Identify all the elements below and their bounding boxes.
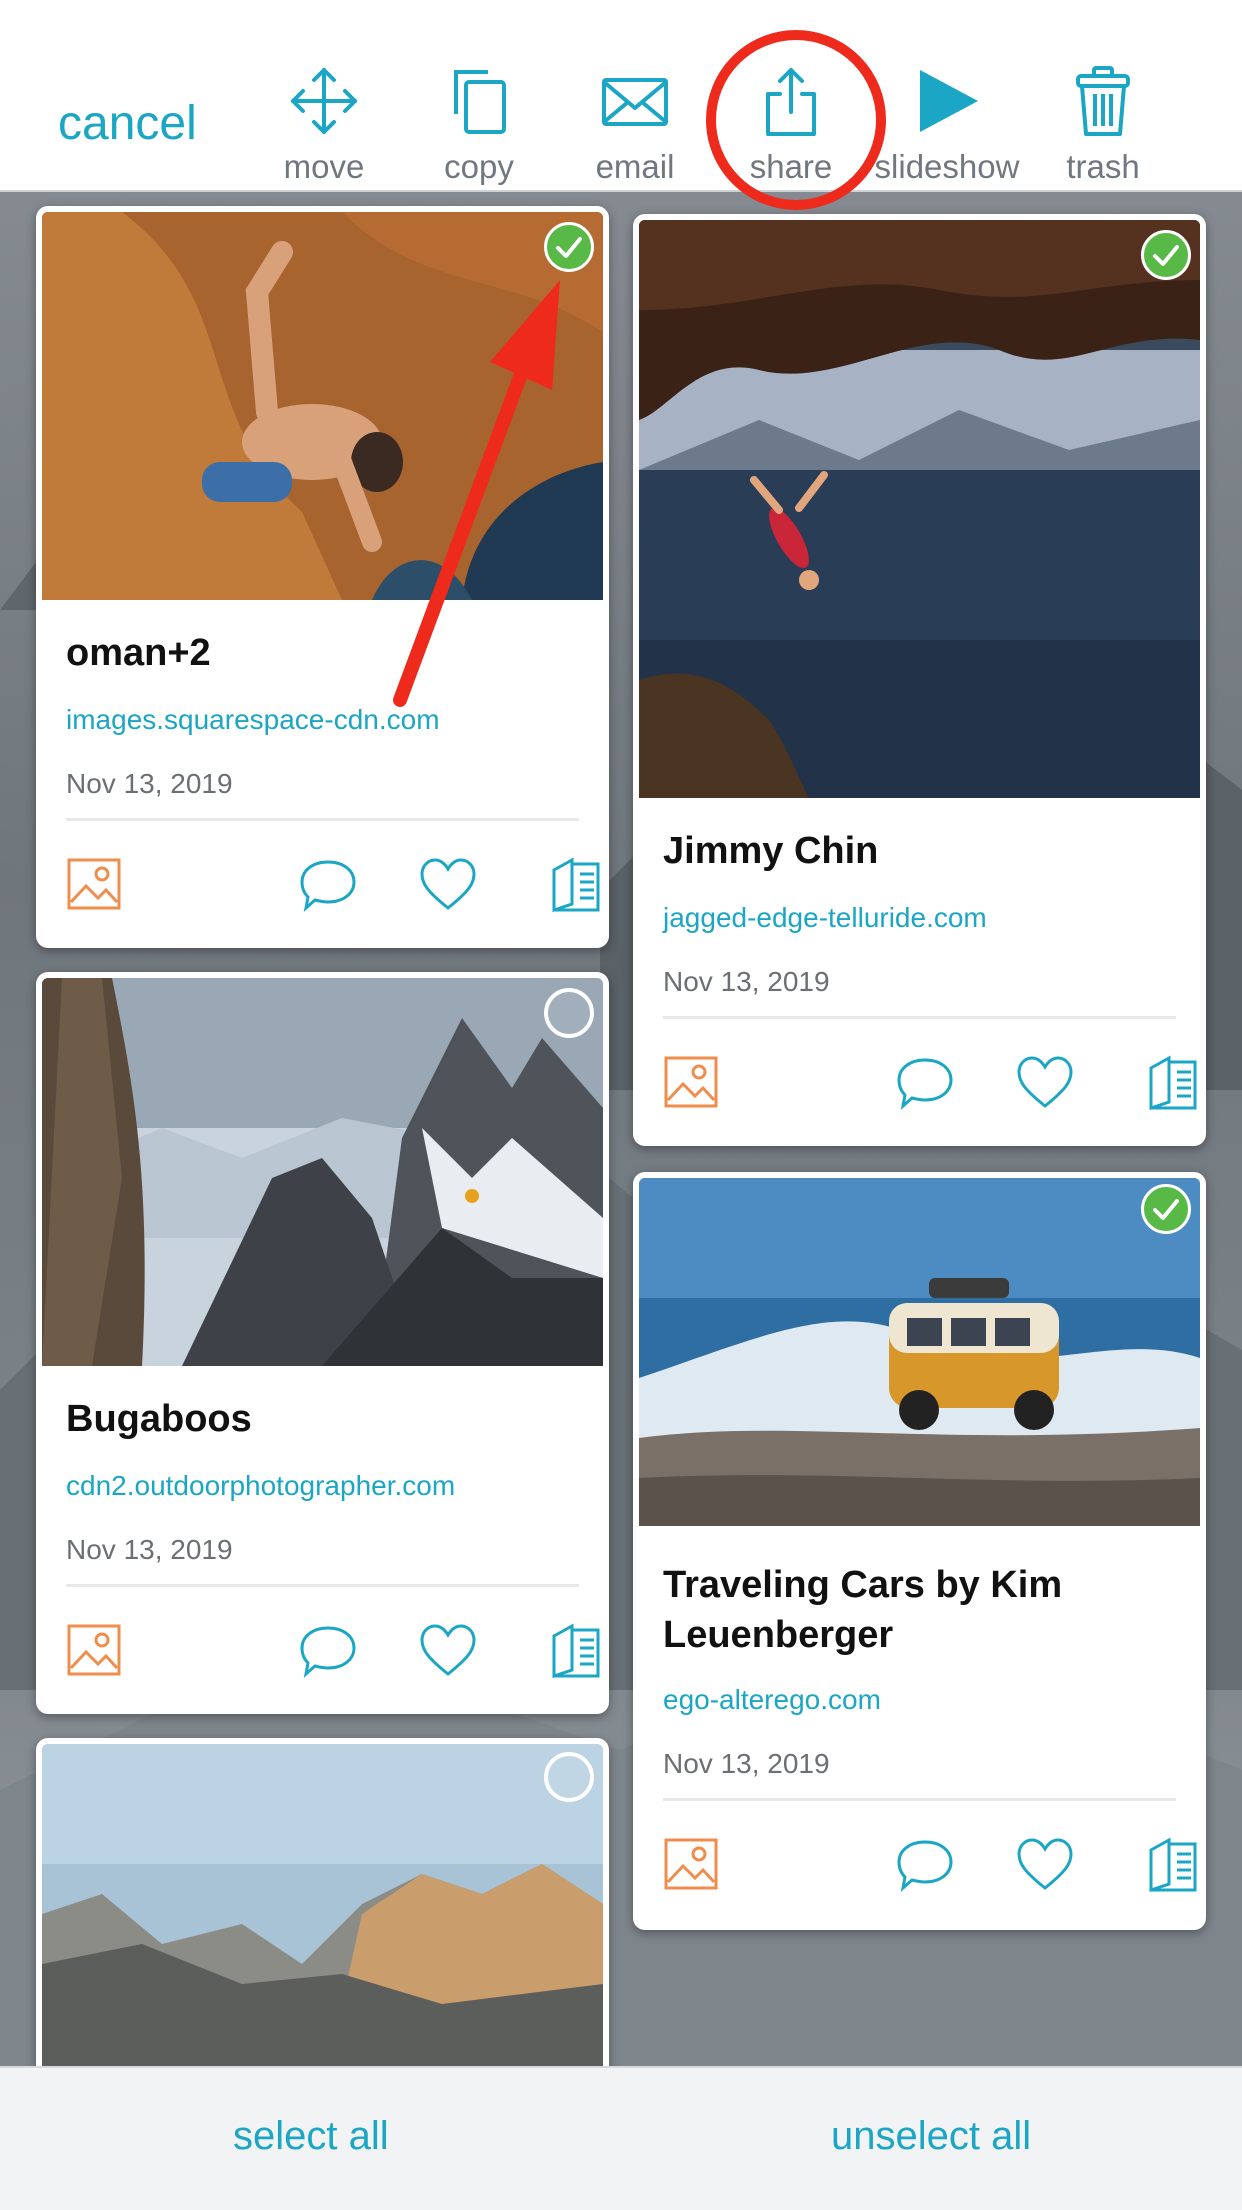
annotation-arrow-icon [393,280,560,707]
heart-icon[interactable] [1015,1836,1075,1892]
play-icon [920,70,978,132]
slideshow-button[interactable]: slideshow [872,64,1022,186]
email-button[interactable]: email [560,64,710,186]
trash-icon [1076,66,1130,136]
card-date: Nov 13, 2019 [663,966,830,997]
card-actions [663,1054,1197,1114]
selection-bottom-bar: select all unselect all [0,2066,1242,2210]
annotation-circle [706,30,886,210]
copy-icon [454,70,506,134]
image-icon[interactable] [66,1622,122,1678]
photo-thumbnail [42,978,603,1366]
card-source-link[interactable]: ego-alterego.com [663,1684,881,1716]
card-date: Nov 13, 2019 [66,768,233,799]
card-date: Nov 13, 2019 [663,1748,830,1779]
notes-icon[interactable] [1147,1836,1203,1892]
selected-check-icon[interactable] [1141,1184,1191,1234]
card-title: Bugaboos [66,1398,252,1440]
card-title: Traveling Cars by Kim Leuenberger [663,1564,1063,1656]
divider [663,1798,1176,1801]
heart-icon[interactable] [418,1622,478,1678]
photo-card[interactable]: Traveling Cars by Kim Leuenberger ego-al… [633,1172,1206,1930]
card-source-link[interactable]: jagged-edge-telluride.com [663,902,987,934]
move-label: move [283,148,365,185]
divider [66,818,579,821]
copy-button[interactable]: copy [404,64,554,186]
trash-label: trash [1066,148,1140,185]
image-icon[interactable] [663,1836,719,1892]
card-actions [663,1836,1197,1896]
comment-icon[interactable] [298,856,358,912]
selection-toolbar: cancel move copy email share slideshow t… [0,0,1242,192]
photo-card[interactable]: Jimmy Chin jagged-edge-telluride.com Nov… [633,214,1206,1146]
email-label: email [595,148,675,185]
selected-check-icon[interactable] [1141,230,1191,280]
comment-icon[interactable] [895,1836,955,1892]
photo-thumbnail [42,1744,603,2098]
card-date: Nov 13, 2019 [66,1534,233,1565]
image-icon[interactable] [663,1054,719,1110]
unselected-circle-icon[interactable] [544,1752,594,1802]
photo-thumbnail [639,220,1200,798]
photo-thumbnail [639,1178,1200,1526]
image-icon[interactable] [66,856,122,912]
divider [66,1584,579,1587]
notes-icon[interactable] [1147,1054,1203,1110]
cancel-button[interactable]: cancel [58,96,197,151]
card-actions [66,1622,600,1682]
copy-label: copy [444,148,514,185]
divider [663,1016,1176,1019]
select-all-button[interactable]: select all [233,2114,389,2159]
trash-button[interactable]: trash [1028,64,1178,186]
unselected-circle-icon[interactable] [544,988,594,1038]
comment-icon[interactable] [298,1622,358,1678]
unselect-all-button[interactable]: unselect all [831,2114,1031,2159]
card-actions [66,856,600,916]
card-source-link[interactable]: cdn2.outdoorphotographer.com [66,1470,455,1502]
photo-card[interactable] [36,1738,609,2098]
email-icon [602,78,668,126]
notes-icon[interactable] [550,856,606,912]
move-icon [291,68,357,134]
heart-icon[interactable] [418,856,478,912]
move-button[interactable]: move [249,64,399,186]
notes-icon[interactable] [550,1622,606,1678]
card-title: Jimmy Chin [663,830,879,872]
comment-icon[interactable] [895,1054,955,1110]
photo-card[interactable]: Bugaboos cdn2.outdoorphotographer.com No… [36,972,609,1714]
heart-icon[interactable] [1015,1054,1075,1110]
slideshow-label: slideshow [874,148,1020,185]
selected-check-icon[interactable] [544,222,594,272]
